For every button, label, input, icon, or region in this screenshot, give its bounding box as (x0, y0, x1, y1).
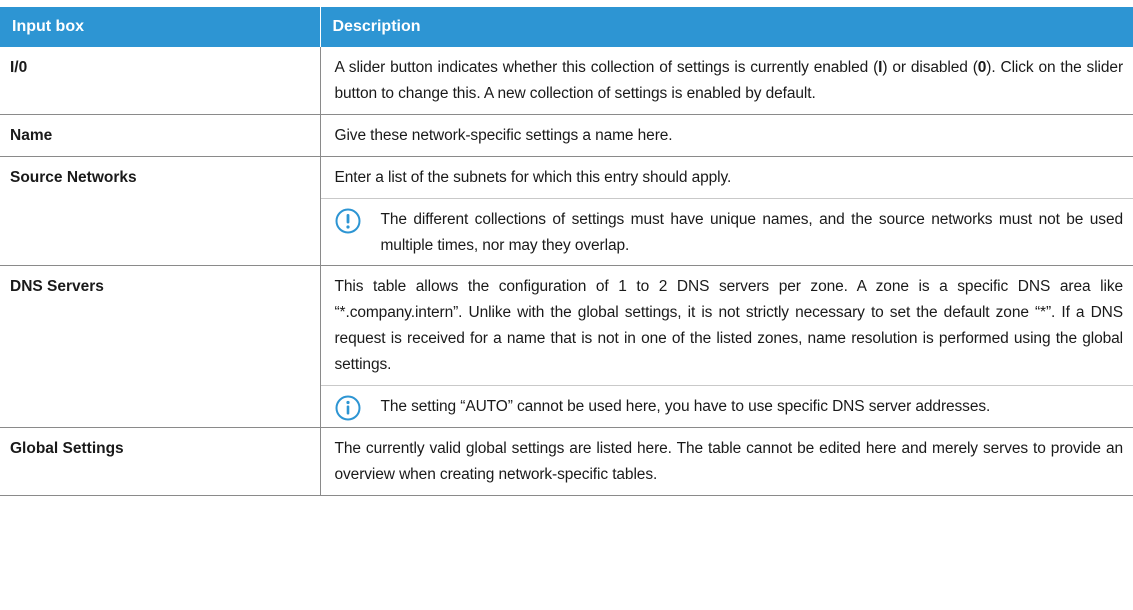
description-cell: A slider button indicates whether this c… (320, 47, 1133, 115)
info-circle-icon (335, 395, 360, 421)
header-description: Description (320, 7, 1133, 47)
description-text-part: ) or disabled ( (882, 59, 978, 76)
info-note: The setting “AUTO” cannot be used here, … (320, 385, 1133, 427)
table-row: I/0 A slider button indicates whether th… (0, 47, 1133, 115)
warning-note: The different collections of settings mu… (320, 198, 1133, 265)
description-text: The currently valid global settings are … (334, 440, 1124, 483)
header-input-box: Input box (0, 7, 321, 47)
description-cell: Enter a list of the subnets for which th… (320, 156, 1133, 266)
field-name-cell: Global Settings (0, 427, 321, 496)
description-text: Enter a list of the subnets for which th… (334, 169, 732, 186)
table-row: Name Give these network-specific setting… (0, 114, 1133, 157)
document-page: Input box Description I/0 A slider butto… (0, 0, 1133, 610)
field-name-cell: Source Networks (0, 156, 321, 266)
field-name-cell: Name (0, 114, 321, 157)
table-row: Source Networks Enter a list of the subn… (0, 156, 1133, 266)
field-name-cell: DNS Servers (0, 265, 321, 428)
table-row: DNS Servers This table allows the config… (0, 265, 1133, 428)
field-name-cell: I/0 (0, 47, 321, 115)
parameter-table: Input box Description I/0 A slider butto… (0, 7, 1133, 496)
description-cell: This table allows the configuration of 1… (320, 265, 1133, 428)
table-row: Global Settings The currently valid glob… (0, 427, 1133, 496)
warning-note-text: The different collections of settings mu… (380, 211, 1124, 254)
exclamation-circle-icon (335, 208, 360, 234)
description-cell: Give these network-specific settings a n… (320, 114, 1133, 157)
description-text-part: A slider button indicates whether this c… (334, 59, 879, 76)
description-text: This table allows the configuration of 1… (334, 278, 1124, 373)
description-text: Give these network-specific settings a n… (334, 127, 673, 144)
description-cell: The currently valid global settings are … (320, 427, 1133, 496)
description-text: A slider button indicates whether this c… (321, 47, 1133, 114)
info-note-text: The setting “AUTO” cannot be used here, … (380, 398, 991, 415)
table-header-row: Input box Description (0, 7, 1133, 47)
